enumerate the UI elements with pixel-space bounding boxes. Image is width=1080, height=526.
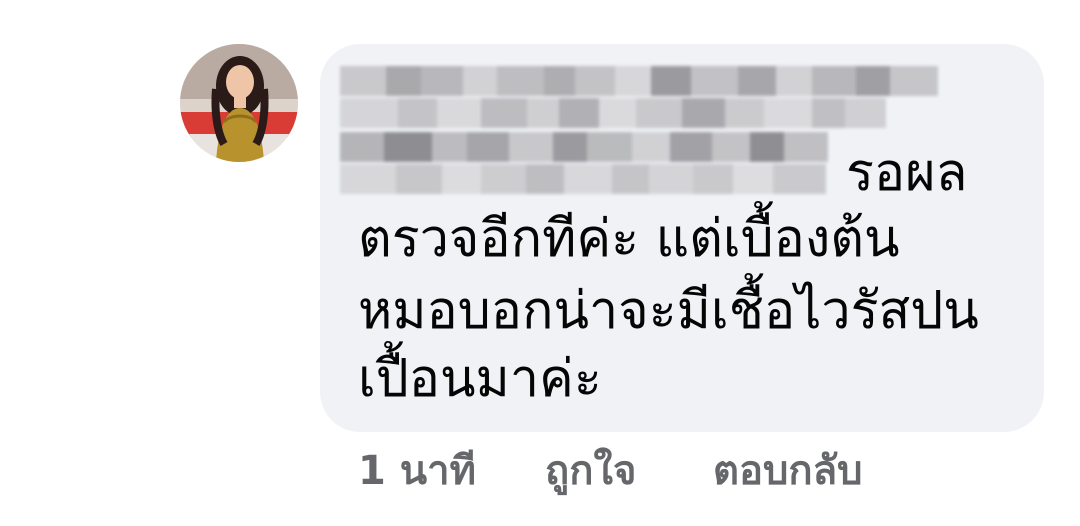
comment-text-line-2: ตรวจอีกทีค่ะ แต่เบื้องต้น [358, 209, 900, 269]
comment-screenshot: รอผล ตรวจอีกทีค่ะ แต่เบื้องต้น หมอบอกน่า… [0, 0, 1080, 526]
comment-text-line-3: หมอบอกน่าจะมีเชื้อไวรัสปน [358, 281, 979, 341]
user-avatar[interactable] [180, 44, 298, 162]
comment-timestamp[interactable]: 1 นาที [358, 438, 476, 502]
comment-text-line-4: เปื้อนมาค่ะ [358, 349, 602, 409]
comment-text-line-1: รอผล [846, 143, 968, 203]
reply-button[interactable]: ตอบกลับ [713, 438, 863, 502]
like-button[interactable]: ถูกใจ [545, 438, 636, 502]
